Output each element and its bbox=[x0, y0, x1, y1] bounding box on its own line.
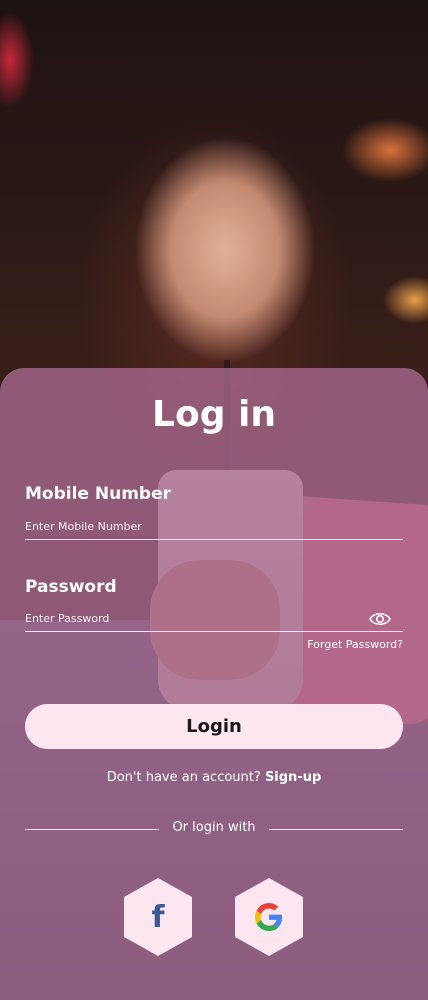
divider-line-right bbox=[269, 829, 403, 830]
eye-icon[interactable] bbox=[369, 610, 391, 628]
forgot-password-link[interactable]: Forget Password? bbox=[307, 638, 403, 651]
facebook-icon: f bbox=[151, 899, 165, 935]
google-icon bbox=[255, 903, 283, 931]
divider-text: Or login with bbox=[172, 820, 256, 835]
signup-link[interactable]: Sign-up bbox=[265, 770, 321, 785]
login-panel bbox=[0, 368, 428, 1000]
signup-prompt: Don't have an account? bbox=[106, 770, 261, 785]
google-login-button[interactable] bbox=[232, 876, 306, 958]
mobile-number-input[interactable] bbox=[25, 514, 403, 540]
mobile-number-label: Mobile Number bbox=[25, 484, 171, 504]
page-title: Log in bbox=[152, 394, 276, 435]
password-input[interactable] bbox=[25, 606, 403, 632]
facebook-login-button[interactable]: f bbox=[121, 876, 195, 958]
password-label: Password bbox=[25, 577, 117, 597]
signup-row: Don't have an account? Sign-up bbox=[0, 770, 428, 785]
login-button[interactable]: Login bbox=[25, 704, 403, 749]
